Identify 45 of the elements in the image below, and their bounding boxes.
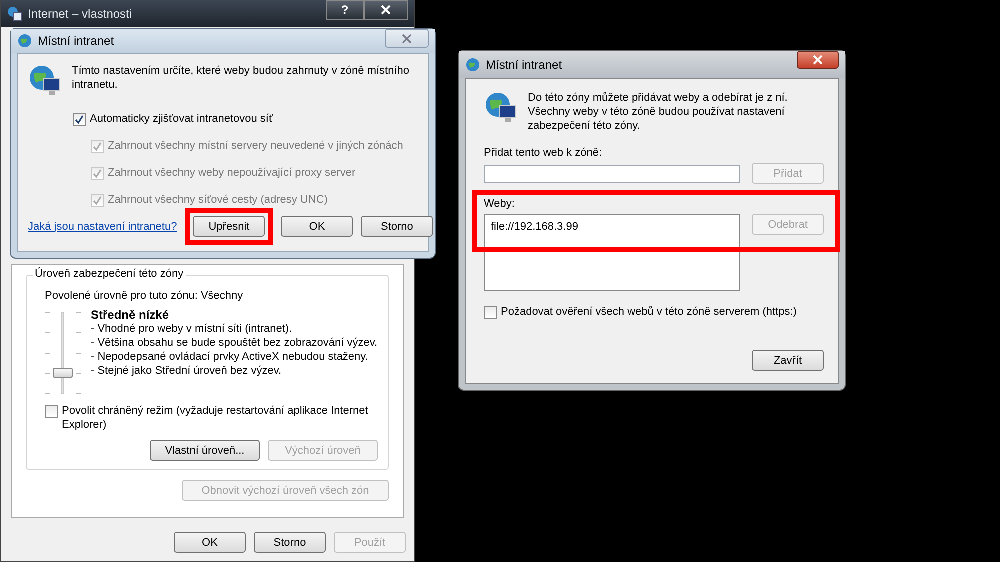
window-title: Místní intranet [465,56,562,72]
level-button[interactable]: Vlastní úroveň... [150,440,260,461]
globe-icon [465,56,481,72]
close-button[interactable] [364,0,408,20]
checkbox[interactable] [45,405,58,418]
dialog-button[interactable]: Storno [361,216,434,237]
slider-thumb[interactable] [53,368,73,378]
globe-icon [17,33,33,49]
checkbox-label: Zahrnout všechny síťové cesty (adresy UNC) [108,193,328,207]
checkbox-label: Automaticky zjišťovat intranetovou síť [90,112,274,126]
level-name: Středně nízké [91,308,170,322]
site-input-field[interactable] [484,164,740,182]
site-entry[interactable]: file://192.168.3.99 [491,221,733,233]
checkbox-label: Zahrnout všechny místní servery neuvedené v jiných zónách [108,139,404,153]
advanced-button[interactable]: Upřesnit [193,216,266,237]
level-description: - Většina obsahu se bude spouštět bez zobrazování výzev. [91,336,378,350]
intro-text: Tímto nastavením určíte, které weby budou zahrnuty v zóně místního intranetu. [72,64,410,93]
level-description: - Stejné jako Střední úroveň bez výzev. [91,364,283,378]
checkbox-label: Povolit chráněný režim (vyžaduje restartování aplikace Internet Explorer) [62,404,370,432]
close-button[interactable] [797,51,839,69]
field-label: Weby: [484,198,516,210]
sites-list[interactable]: file://192.168.3.99 [484,214,740,291]
help-link[interactable]: Jaká jsou nastavení intranetu? [28,220,178,232]
close-icon [381,5,391,15]
window-title: Místní intranet [17,33,114,49]
level-description: - Nepodepsané ovládací prvky ActiveX nebudou staženy. [91,350,370,364]
close-dialog-button[interactable]: Zavřít [752,350,824,371]
checkbox-label: Zahrnout všechny weby nepoužívající proxy server [108,166,356,180]
checkbox-label: Požadovat ověření všech webů v této zóně serverem (https:) [501,305,797,319]
close-icon [813,55,823,65]
allowed-levels-text: Povolené úrovně pro tuto zónu: Všechny [45,290,244,302]
checkbox[interactable] [73,113,86,126]
field-label: Přidat tento web k zóně: [484,147,604,159]
window-title: Internet – vlastnosti [7,6,132,22]
globe-computer-icon [484,91,518,125]
dialog-button[interactable]: Storno [254,532,326,553]
close-icon [402,34,412,44]
dialog-button[interactable]: OK [281,216,354,237]
globe-computer-icon [28,64,62,98]
group-legend: Úroveň zabezpečení této zóny [33,268,186,280]
level-description: - Vhodné pro weby v místní síti (intranet). [91,322,294,336]
help-button[interactable]: ? [326,0,364,20]
dialog-button[interactable]: OK [174,532,246,553]
intro-text: Do této zóny můžete přidávat weby a odebírat je z ní. Všechny weby v této zóně budou používat nastavení zabezpečení této zóny. [528,91,789,133]
checkbox[interactable] [484,306,497,319]
